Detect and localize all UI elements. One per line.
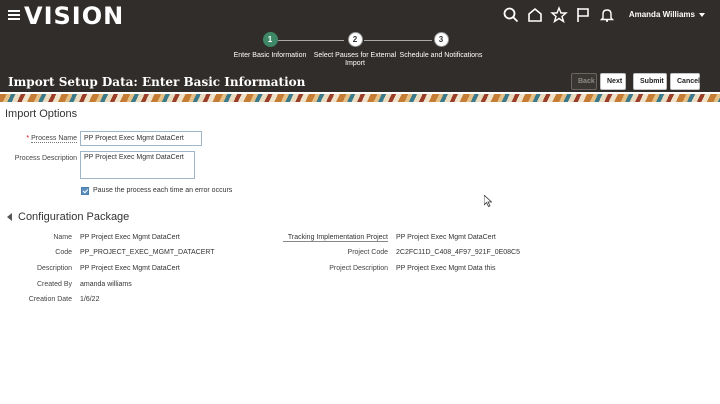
back-button[interactable]: Back bbox=[571, 73, 597, 90]
bell-icon[interactable] bbox=[598, 6, 616, 24]
train-step-3[interactable]: 3 Schedule and Notifications bbox=[396, 32, 486, 60]
pause-on-error-checkbox[interactable] bbox=[81, 187, 89, 195]
user-menu[interactable]: Amanda Williams bbox=[629, 10, 705, 19]
required-indicator: * bbox=[26, 135, 30, 142]
step-number[interactable]: 2 bbox=[347, 32, 363, 47]
name-label: Name bbox=[53, 234, 72, 241]
train-step-1[interactable]: 1 Enter Basic Information bbox=[225, 32, 315, 60]
step-number[interactable]: 3 bbox=[433, 32, 449, 47]
flag-icon[interactable] bbox=[574, 6, 592, 24]
step-label: Enter Basic Information bbox=[233, 52, 307, 59]
project-code-value: 2C2FC11D_C408_4F97_921F_0E08C5 bbox=[396, 249, 521, 256]
cancel-button[interactable]: Cancel bbox=[670, 73, 700, 90]
step-number[interactable]: 1 bbox=[262, 32, 278, 47]
home-icon[interactable] bbox=[526, 6, 544, 24]
star-icon[interactable] bbox=[550, 6, 568, 24]
menu-icon[interactable] bbox=[8, 10, 20, 20]
search-icon[interactable] bbox=[502, 6, 520, 24]
created-by-value: amanda williams bbox=[80, 281, 132, 288]
next-button[interactable]: Next bbox=[600, 73, 626, 90]
title-bar: Import Setup Data: Enter Basic Informati… bbox=[0, 70, 720, 94]
code-value: PP_PROJECT_EXEC_MGMT_DATACERT bbox=[80, 249, 215, 256]
description-label: Description bbox=[36, 265, 72, 272]
decorative-banner bbox=[0, 94, 720, 102]
project-description-value: PP Project Exec Mgmt Data this bbox=[396, 265, 496, 272]
vision-logo[interactable]: VISION bbox=[24, 2, 124, 30]
project-description-label: Project Description bbox=[329, 265, 388, 272]
collapse-section-icon[interactable] bbox=[7, 213, 12, 221]
process-description-textarea[interactable]: PP Project Exec Mgmt DataCert bbox=[80, 151, 195, 179]
process-name-input[interactable] bbox=[80, 131, 202, 146]
process-name-label: * Process Name bbox=[10, 135, 77, 143]
creation-date-value: 1/6/22 bbox=[80, 296, 100, 303]
train-stepper: 1 Enter Basic Information 2 Select Pause… bbox=[0, 32, 720, 70]
page-title: Import Setup Data: Enter Basic Informati… bbox=[8, 75, 306, 89]
created-by-label: Created By bbox=[36, 281, 72, 288]
step-label: Schedule and Notifications bbox=[399, 52, 483, 59]
project-code-label: Project Code bbox=[347, 249, 388, 256]
name-value: PP Project Exec Mgmt DataCert bbox=[80, 234, 180, 241]
description-value: PP Project Exec Mgmt DataCert bbox=[80, 265, 180, 272]
process-description-label: Process Description bbox=[14, 155, 77, 162]
tracking-project-label[interactable]: Tracking Implementation Project bbox=[283, 234, 388, 242]
process-name-label-text: Process Name bbox=[31, 135, 77, 143]
mouse-pointer-icon bbox=[484, 195, 492, 207]
submit-button[interactable]: Submit bbox=[633, 73, 667, 90]
top-header: VISION Amanda Williams 1 Enter Basic Inf… bbox=[0, 0, 720, 92]
configuration-package-heading: Configuration Package bbox=[18, 211, 130, 223]
train-step-2[interactable]: 2 Select Pauses for External Import bbox=[310, 32, 400, 68]
code-label: Code bbox=[55, 249, 72, 256]
page: VISION Amanda Williams 1 Enter Basic Inf… bbox=[0, 0, 720, 404]
tracking-project-value: PP Project Exec Mgmt DataCert bbox=[396, 234, 496, 241]
step-label: Select Pauses for External Import bbox=[313, 52, 397, 67]
pause-on-error-label: Pause the process each time an error occ… bbox=[93, 187, 233, 194]
creation-date-label: Creation Date bbox=[28, 296, 72, 303]
import-options-heading: Import Options bbox=[5, 108, 78, 120]
